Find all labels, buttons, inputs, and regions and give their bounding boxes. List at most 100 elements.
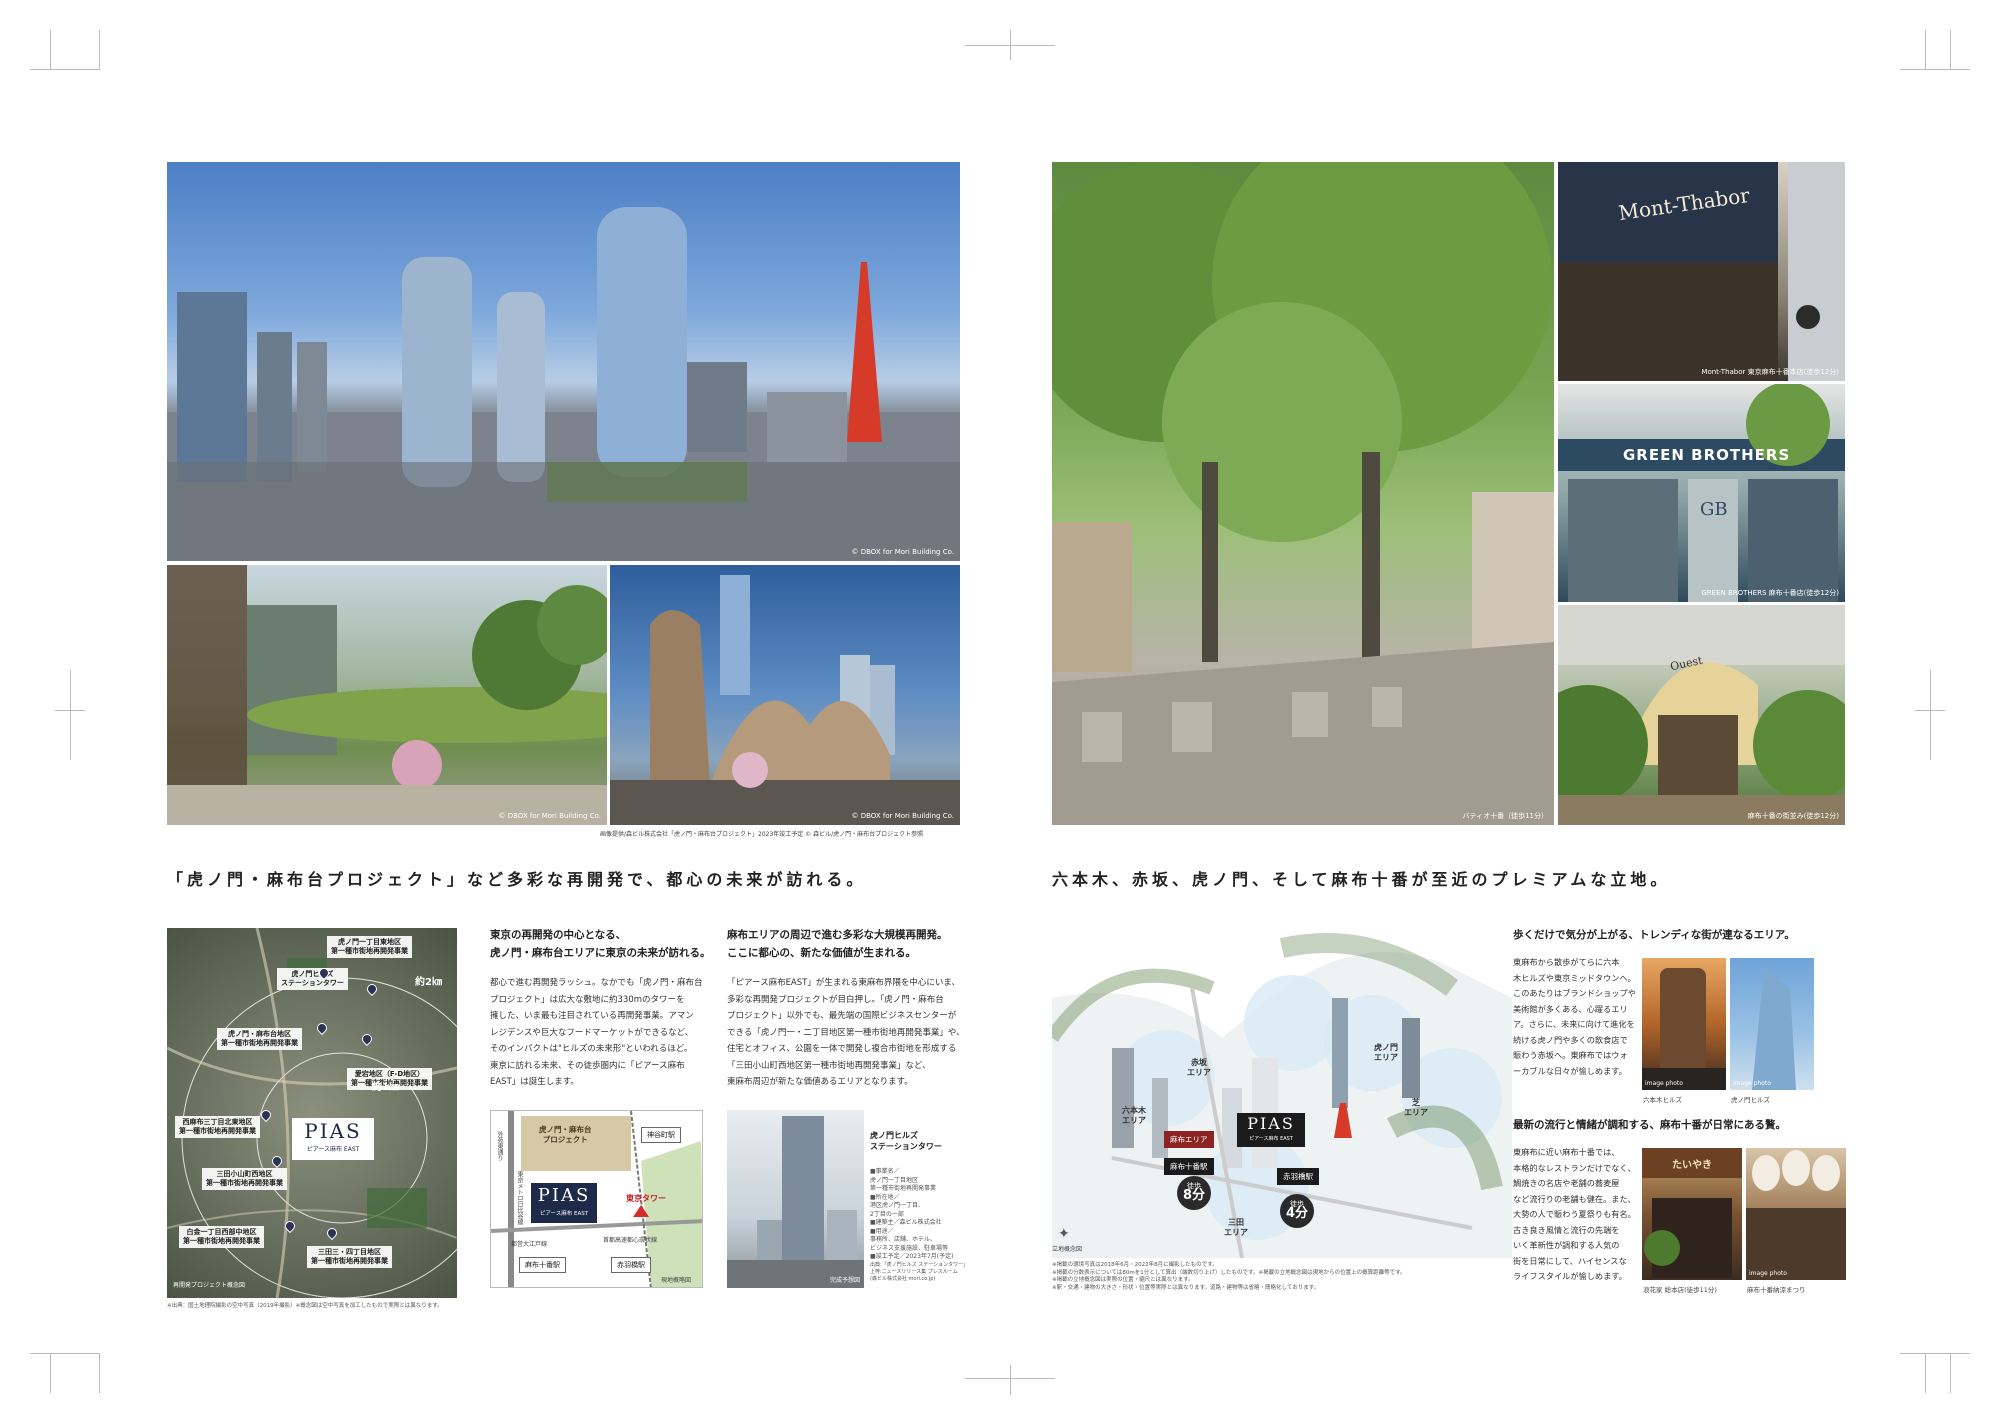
street-photo: バティオ十番（徒歩11分） [1052, 162, 1554, 825]
area-label: 六本木 エリア [1122, 1106, 1146, 1125]
azabu-area-tag: 麻布エリア [1164, 1131, 1214, 1148]
map-legend: 現地概略図 [661, 1277, 692, 1284]
road-label: 東京メトロ日比谷線 [516, 1171, 523, 1225]
map-label: 三田小山町西地区 第一種市街地再開発事業 [202, 1168, 287, 1190]
col2-subhead: 麻布エリアの周辺で進む多彩な大規模再開発。 ここに都心の、新たな価値が生まれる。 [727, 929, 948, 959]
crop-mark [30, 69, 100, 70]
crop-mark [1925, 1353, 1926, 1393]
pias-logo-sub: ピアース麻布 EAST [306, 1146, 360, 1153]
crop-mark [1925, 30, 1926, 70]
pias-route-logo: PIAS ピアース麻布 EAST [531, 1183, 597, 1223]
image-photo-tag: image photo [1645, 1080, 1683, 1087]
area-label: 虎ノ門 エリア [1374, 1043, 1398, 1062]
park-photo: © DBOX for Mori Building Co. [167, 565, 607, 825]
map-legend: 立地概念図 [1052, 1246, 1083, 1253]
green-brothers-sign: GREEN BROTHERS [1623, 446, 1791, 464]
block2-body: 東麻布に近い麻布十番では、 本格的なレストランだけでなく、 鯛焼きの名店や老舗の… [1513, 1147, 1636, 1281]
mont-thabor-photo: Mont-Thabor Mont-Thabor 東京麻布十番本店(徒歩12分) [1558, 162, 1845, 381]
map-label: 虎ノ門一丁目東地区 第一種市街地再開発事業 [327, 936, 412, 958]
pias-map-logo: PIAS ピアース麻布 EAST [292, 1118, 374, 1160]
lantern-illustration [1746, 1150, 1846, 1280]
compass-icon: ✦ [1058, 1226, 1070, 1242]
photo-credit: © DBOX for Mori Building Co. [498, 812, 602, 820]
radius-1km: 約1㎞ [372, 1082, 399, 1093]
pias-logo-sub: ピアース麻布 EAST [1249, 1136, 1293, 1142]
map-label: 西麻布三丁目北東地区 第一種市街地再開発事業 [175, 1116, 260, 1138]
area-map-note: ※掲載の環境写真は2018年6月・2022年8月に撮影したものです。 ※掲載の分… [1052, 1262, 1406, 1291]
crop-mark [70, 670, 71, 760]
toranomon-hills-photo: image photo [1730, 958, 1814, 1090]
area-label: 芝 エリア [1404, 1098, 1428, 1117]
akabanebashi-station: 赤羽橋駅 [611, 1257, 651, 1273]
tower-illustration [1752, 968, 1796, 1090]
photo-caption: 六本木ヒルズ [1643, 1096, 1682, 1104]
tower-details: ■事業名／ 虎ノ門一丁目地区 第一種市街地再開発事業 ■所在地／ 港区虎ノ門一丁… [870, 1168, 954, 1260]
taiyaki-sign: たいやき [1672, 1160, 1712, 1171]
photo-caption: 画像提供/森ビル株式会社「虎ノ門・麻布台プロジェクト」2023年竣工予定 © 森… [600, 831, 924, 838]
map-label: 虎ノ門・麻布台地区 第一種市街地再開発事業 [217, 1028, 302, 1050]
walk-minutes: 8分 [1182, 1188, 1206, 1203]
photo-credit: © DBOX for Mori Building Co. [851, 548, 955, 556]
road-label: 外苑東通り [496, 1131, 503, 1161]
aerial-map: 虎ノ門一丁目東地区 第一種市街地再開発事業 虎ノ門ヒルズ ステーションタワー 虎… [167, 928, 457, 1298]
cafe-illustration [1558, 384, 1845, 602]
crop-mark [1010, 30, 1011, 60]
building-photo: © DBOX for Mori Building Co. [610, 565, 960, 825]
map-label: 白金一丁目西部中地区 第一種市街地再開発事業 [179, 1226, 264, 1248]
crop-mark [1900, 69, 1970, 70]
route-map: 虎ノ門・麻布台 プロジェクト 神谷町駅 東京タワー PIAS ピアース麻布 EA… [490, 1110, 703, 1288]
tower-name: 虎ノ門ヒルズ ステーションタワー [870, 1131, 942, 1151]
photo-caption: 麻布十番納涼まつり [1747, 1286, 1806, 1294]
crop-mark [1930, 670, 1931, 760]
road-label: 都営大江戸線 [511, 1241, 548, 1248]
green-brothers-photo: GREEN BROTHERS GB GREEN BROTHERS 麻布十番店(徒… [1558, 384, 1845, 602]
crop-mark [1900, 1353, 1970, 1354]
col2-body: 「ピアース麻布EAST」が生まれる東麻布界隈を中心にいま、 多彩な再開発プロジェ… [727, 978, 965, 1087]
crop-mark [99, 1353, 100, 1393]
left-headline: 「虎ノ門・麻布台プロジェクト」など多彩な再開発で、都心の未来が訪れる。 [167, 870, 867, 889]
block1-subhead: 歩くだけで気分が上がる、トレンディな街が連なるエリア。 [1513, 929, 1795, 941]
walk-badge: 徒歩 4分 [1280, 1194, 1314, 1228]
storefront-photo: Ouest 麻布十番の街並み(徒歩12分) [1558, 605, 1845, 825]
crop-mark [30, 1353, 100, 1354]
radius-2km: 約2㎞ [415, 977, 442, 988]
area-label: 赤坂 エリア [1187, 1058, 1211, 1077]
photo-caption: 虎ノ門ヒルズ [1731, 1096, 1770, 1104]
photo-credit: © DBOX for Mori Building Co. [851, 812, 955, 820]
crop-mark [1950, 1353, 1951, 1393]
map-label: 三田三・四丁目地区 第一種市街地再開発事業 [307, 1246, 392, 1268]
photo-caption: 浪花家 総本店(徒歩11分) [1643, 1286, 1717, 1294]
col1-subhead: 東京の再開発の中心となる、 虎ノ門・麻布台エリアに東京の未来が訪れる。 [490, 929, 711, 959]
festival-photo: image photo [1746, 1148, 1846, 1280]
map-label: 虎ノ門ヒルズ ステーションタワー [277, 968, 348, 990]
pias-logo-text: PIAS [537, 1185, 591, 1206]
col1-body: 都心で進む再開発ラッシュ。なかでも「虎ノ門・麻布台 プロジェクト」は広大な敷地に… [490, 978, 703, 1087]
gb-sign: GB [1700, 499, 1728, 520]
tower-illustration [1642, 968, 1726, 1090]
image-photo-tag: image photo [1733, 1080, 1771, 1087]
street-illustration [1052, 162, 1554, 825]
azabujuban-station: 麻布十番駅 [519, 1257, 566, 1273]
park-illustration [167, 565, 607, 825]
skyline-photo: © DBOX for Mori Building Co. [167, 162, 960, 561]
walk-minutes: 4分 [1285, 1206, 1309, 1221]
pias-logo-text: PIAS [1247, 1114, 1295, 1133]
project-label: 虎ノ門・麻布台 プロジェクト [539, 1125, 592, 1144]
walk-badge: 徒歩 8分 [1177, 1176, 1211, 1210]
area-label: 三田 エリア [1224, 1218, 1248, 1237]
crop-mark [50, 1353, 51, 1393]
area-map: 赤坂 エリア 六本木 エリア 虎ノ門 エリア 芝 エリア 三田 エリア 麻布エリ… [1052, 928, 1512, 1258]
azabujuban-station-tag: 麻布十番駅 [1164, 1158, 1214, 1175]
photo-caption: Mont-Thabor 東京麻布十番本店(徒歩12分) [1701, 368, 1839, 376]
image-photo-tag: image photo [1749, 1270, 1787, 1277]
skyline-illustration [167, 207, 960, 561]
tower-photo: 完成予想図 [727, 1110, 864, 1288]
road-label: 首都高速都心環状線 [603, 1237, 658, 1244]
pias-area-logo: PIAS ピアース麻布 EAST [1237, 1113, 1305, 1147]
photo-caption: 麻布十番の街並み(徒歩12分) [1747, 812, 1839, 820]
tower-illustration [727, 1116, 864, 1288]
map-source: ※出典：国土地理院撮影の空中写真（2019年撮影）※概念図は空中写真を加工したも… [167, 1303, 443, 1309]
block1-body: 東麻布から散歩がてらに六本 木ヒルズや東京ミッドタウンへ。 このあたりはブランド… [1513, 957, 1636, 1076]
akabanebashi-station-tag: 赤羽橋駅 [1277, 1168, 1319, 1185]
roppongi-hills-photo: image photo [1642, 958, 1726, 1090]
